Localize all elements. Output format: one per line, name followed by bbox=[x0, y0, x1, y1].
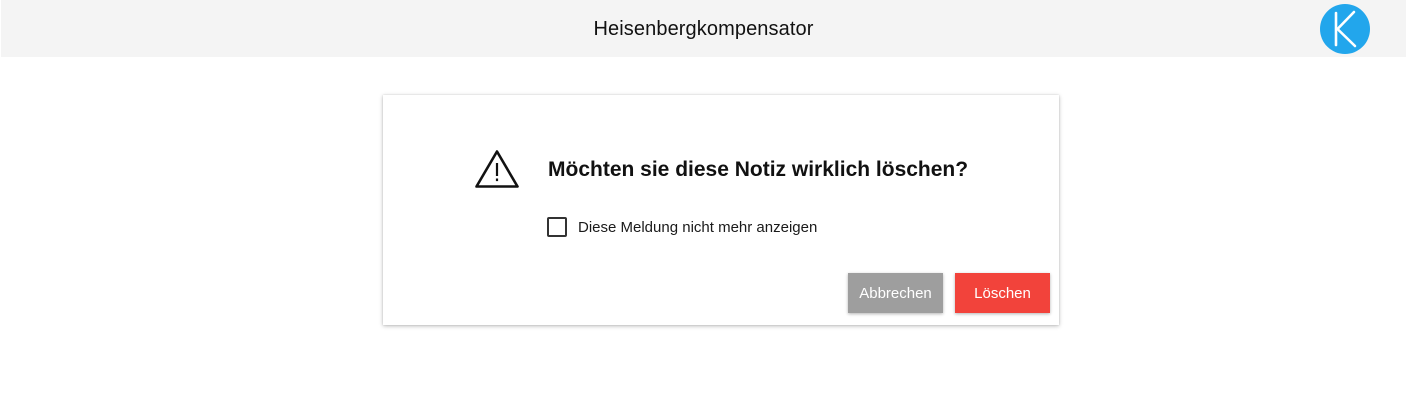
app-bar: Heisenbergkompensator bbox=[1, 0, 1406, 57]
delete-button[interactable]: Löschen bbox=[955, 273, 1050, 313]
warning-triangle-icon bbox=[474, 149, 520, 189]
dont-show-again-checkbox[interactable] bbox=[547, 217, 567, 237]
confirm-delete-dialog: Möchten sie diese Notiz wirklich löschen… bbox=[383, 95, 1059, 325]
dont-show-again-label: Diese Meldung nicht mehr anzeigen bbox=[578, 218, 818, 236]
app-title: Heisenbergkompensator bbox=[593, 18, 814, 40]
dialog-message: Möchten sie diese Notiz wirklich löschen… bbox=[548, 158, 969, 181]
app-logo-icon[interactable] bbox=[1320, 4, 1370, 54]
dont-show-again-option[interactable]: Diese Meldung nicht mehr anzeigen bbox=[547, 217, 817, 237]
cancel-button[interactable]: Abbrechen bbox=[848, 273, 943, 313]
